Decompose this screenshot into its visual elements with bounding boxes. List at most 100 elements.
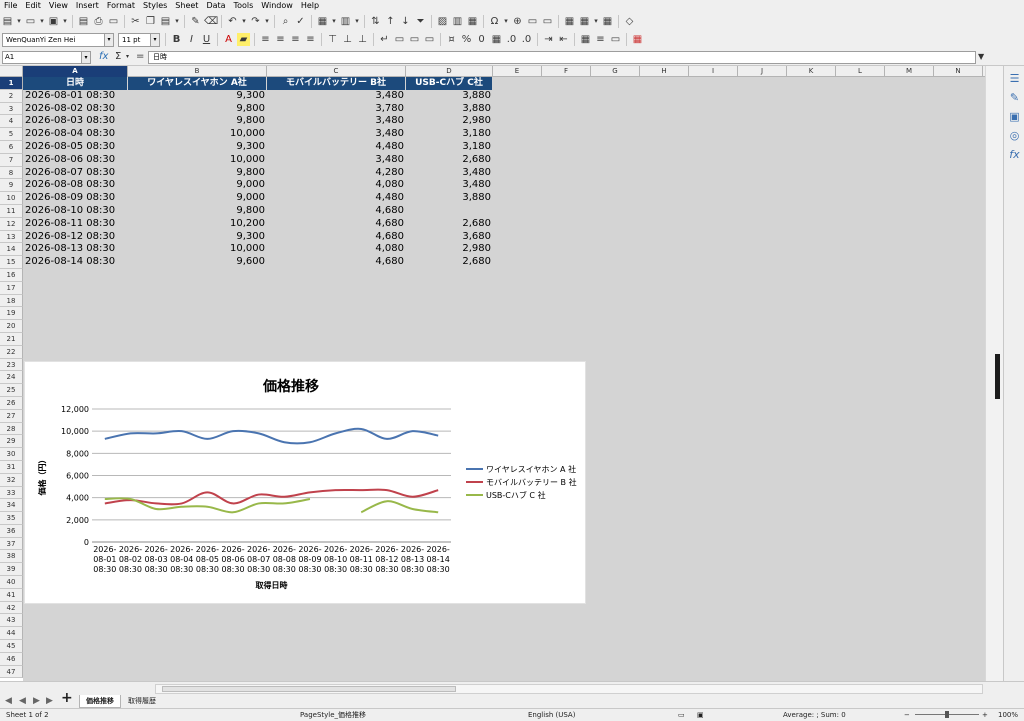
menu-format[interactable]: Format [103, 0, 139, 12]
menu-data[interactable]: Data [202, 0, 229, 12]
sort-ascending-icon[interactable]: ↑ [384, 15, 397, 28]
price-cell[interactable]: 3,480 [406, 179, 493, 192]
chevron-down-icon[interactable]: ▾ [81, 52, 90, 63]
horizontal-scrollbar[interactable] [155, 684, 983, 694]
clone-formatting-icon[interactable]: ✎ [189, 15, 202, 28]
price-cell[interactable]: 9,800 [128, 205, 267, 218]
styles-icon[interactable]: ✎ [1008, 91, 1021, 104]
special-character-icon[interactable]: Ω [488, 15, 501, 28]
row-header[interactable]: 46 [0, 652, 23, 666]
date-cell[interactable]: 2026-08-10 08:30 [23, 205, 128, 218]
price-cell[interactable]: 2,980 [406, 243, 493, 256]
row-header[interactable]: 11 [0, 204, 23, 218]
row-header[interactable]: 1 [0, 77, 23, 90]
name-box[interactable]: A1 ▾ [2, 51, 91, 64]
row-header[interactable]: 22 [0, 345, 23, 359]
merge-cells-icon[interactable]: ▭ [393, 33, 406, 46]
first-sheet-icon[interactable]: ◀ [5, 696, 12, 706]
price-cell[interactable]: 9,800 [128, 167, 267, 180]
print-preview-icon[interactable]: ▭ [107, 15, 120, 28]
highlight-button[interactable]: ▰ [237, 33, 250, 46]
vertical-scrollbar[interactable] [985, 66, 1003, 681]
date-cell[interactable]: 2026-08-01 08:30 [23, 90, 128, 103]
menu-styles[interactable]: Styles [139, 0, 171, 12]
chevron-down-icon[interactable]: ▾ [150, 33, 159, 46]
date-cell[interactable]: 2026-08-08 08:30 [23, 179, 128, 192]
row-header[interactable]: 34 [0, 499, 23, 513]
row-header[interactable]: 7 [0, 153, 23, 167]
font-size-box[interactable]: 11 pt ▾ [118, 32, 160, 47]
define-print-area-icon[interactable]: ▦ [563, 15, 576, 28]
chevron-down-icon[interactable]: ▾ [39, 15, 45, 28]
column-header-b[interactable]: B [128, 66, 267, 77]
price-cell[interactable]: 2,980 [406, 115, 493, 128]
save-icon[interactable]: ▣ [47, 15, 60, 28]
price-cell[interactable]: 9,300 [128, 90, 267, 103]
expand-formula-icon[interactable]: ▼ [978, 51, 984, 63]
menu-insert[interactable]: Insert [72, 0, 103, 12]
export-pdf-icon[interactable]: ▤ [77, 15, 90, 28]
chevron-down-icon[interactable]: ▾ [354, 15, 360, 28]
menu-view[interactable]: View [45, 0, 72, 12]
align-top-icon[interactable]: ⊤ [326, 33, 339, 46]
price-cell[interactable]: 9,800 [128, 115, 267, 128]
price-cell[interactable]: 3,780 [267, 103, 406, 116]
price-cell[interactable]: 3,480 [267, 90, 406, 103]
copy-icon[interactable]: ❐ [144, 15, 157, 28]
number-format-icon[interactable]: 0 [475, 33, 488, 46]
column-header-e[interactable]: E [493, 66, 542, 77]
select-all-corner[interactable] [0, 66, 23, 77]
date-cell[interactable]: 2026-08-09 08:30 [23, 192, 128, 205]
row-header[interactable]: 27 [0, 409, 23, 423]
price-chart[interactable]: 価格推移 0 2,000 4,000 6,000 8,000 10,000 12,000 202… [24, 361, 586, 604]
wrap-text-icon[interactable]: ↵ [378, 33, 391, 46]
column-header-f[interactable]: F [542, 66, 591, 77]
price-cell[interactable]: 3,180 [406, 141, 493, 154]
clear-formatting-icon[interactable]: ⌫ [204, 15, 218, 28]
price-cell[interactable]: 3,480 [406, 167, 493, 180]
column-header-j[interactable]: J [738, 66, 787, 77]
row-header[interactable]: 29 [0, 435, 23, 449]
split-window-icon[interactable]: ▦ [601, 15, 614, 28]
price-cell[interactable]: 4,680 [267, 218, 406, 231]
spelling-icon[interactable]: ✓ [294, 15, 307, 28]
row-header[interactable]: 9 [0, 179, 23, 193]
chevron-down-icon[interactable]: ▾ [241, 15, 247, 28]
remove-decimal-icon[interactable]: .0 [520, 33, 533, 46]
menu-edit[interactable]: Edit [21, 0, 45, 12]
row-header[interactable]: 21 [0, 332, 23, 346]
sheet-tab-history[interactable]: 取得履歴 [122, 695, 162, 708]
row-header[interactable]: 32 [0, 473, 23, 487]
paste-icon[interactable]: ▤ [159, 15, 172, 28]
row-header[interactable]: 47 [0, 665, 23, 679]
price-cell[interactable]: 2,680 [406, 218, 493, 231]
row-header[interactable]: 13 [0, 230, 23, 244]
column-header-l[interactable]: L [836, 66, 885, 77]
price-cell[interactable]: 9,800 [128, 103, 267, 116]
price-cell[interactable]: 10,000 [128, 128, 267, 141]
header-cell[interactable]: モバイルバッテリー B社 [267, 77, 406, 90]
row-header[interactable]: 28 [0, 422, 23, 436]
menu-help[interactable]: Help [297, 0, 323, 12]
align-center-icon[interactable]: ≡ [274, 33, 287, 46]
date-cell[interactable]: 2026-08-05 08:30 [23, 141, 128, 154]
price-cell[interactable]: 10,000 [128, 243, 267, 256]
column-icon[interactable]: ▥ [339, 15, 352, 28]
cut-icon[interactable]: ✂ [129, 15, 142, 28]
currency-icon[interactable]: ¤ [445, 33, 458, 46]
price-cell[interactable]: 9,300 [128, 141, 267, 154]
date-cell[interactable]: 2026-08-03 08:30 [23, 115, 128, 128]
font-color-button[interactable]: A [222, 33, 235, 46]
chevron-down-icon[interactable]: ▾ [104, 33, 113, 46]
row-header[interactable]: 42 [0, 601, 23, 615]
date-cell[interactable]: 2026-08-02 08:30 [23, 103, 128, 116]
previous-sheet-icon[interactable]: ◀ [19, 696, 26, 706]
row-header[interactable]: 30 [0, 448, 23, 461]
price-cell[interactable]: 3,880 [406, 103, 493, 116]
new-document-icon[interactable]: ▤ [1, 15, 14, 28]
pivot-table-icon[interactable]: ▦ [466, 15, 479, 28]
row-icon[interactable]: ▦ [316, 15, 329, 28]
unmerge-icon[interactable]: ▭ [423, 33, 436, 46]
function-wizard-icon[interactable]: fx [99, 51, 108, 63]
add-sheet-icon[interactable]: + [61, 691, 73, 705]
